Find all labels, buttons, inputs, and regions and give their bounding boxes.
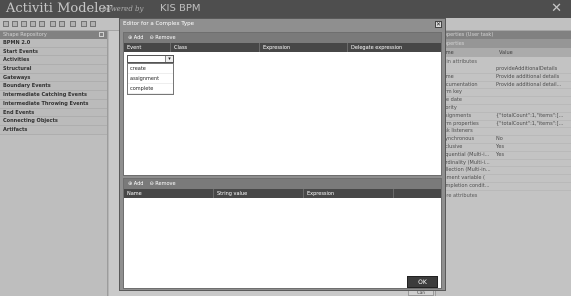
add-field-button[interactable]: ⊕ Add xyxy=(128,181,143,187)
listener-grid-header: Event Class Expression Delegate expressi… xyxy=(124,43,441,52)
col-string-value[interactable]: String value xyxy=(214,189,304,198)
event-option-assignment[interactable]: assignment xyxy=(128,74,173,84)
remove-listener-button[interactable]: ⊖ Remove xyxy=(149,35,175,41)
remove-listener-label: Remove xyxy=(155,35,176,41)
col-event[interactable]: Event xyxy=(124,43,171,52)
event-dropdown: create assignment complete xyxy=(127,63,174,95)
field-grid-panel: ⊕ Add ⊖ Remove Name String value Express… xyxy=(123,178,442,289)
col-name[interactable]: Name xyxy=(124,189,214,198)
add-field-label: Add xyxy=(133,181,144,187)
dialog-title: Editor for a Complex Type xyxy=(123,21,194,27)
col-expression[interactable]: Expression xyxy=(260,43,348,52)
event-option-create[interactable]: create xyxy=(128,64,173,74)
listener-grid-panel: ⊕ Add ⊖ Remove Event Class Expression De… xyxy=(123,32,442,176)
event-combo[interactable]: ▾ xyxy=(127,55,174,63)
event-option-complete[interactable]: complete xyxy=(128,84,173,94)
complex-type-editor-dialog: Editor for a Complex Type ✕ ⊕ Add ⊖ Remo… xyxy=(119,18,446,291)
field-grid-toolbar: ⊕ Add ⊖ Remove xyxy=(124,179,441,189)
remove-field-button[interactable]: ⊖ Remove xyxy=(149,181,175,187)
chevron-down-icon[interactable]: ▾ xyxy=(165,56,173,62)
col-class[interactable]: Class xyxy=(171,43,260,52)
add-listener-label: Add xyxy=(133,35,144,41)
add-listener-button[interactable]: ⊕ Add xyxy=(128,35,143,41)
remove-field-label: Remove xyxy=(155,181,176,187)
col-delegate-expression[interactable]: Delegate expression xyxy=(348,43,441,52)
col-field-expression[interactable]: Expression xyxy=(304,189,394,198)
listener-grid-toolbar: ⊕ Add ⊖ Remove xyxy=(124,33,441,43)
dialog-close-icon[interactable]: ✕ xyxy=(435,21,442,28)
col-blank xyxy=(394,189,441,198)
ok-button[interactable]: OK xyxy=(407,276,438,288)
field-grid-header: Name String value Expression xyxy=(124,189,441,198)
